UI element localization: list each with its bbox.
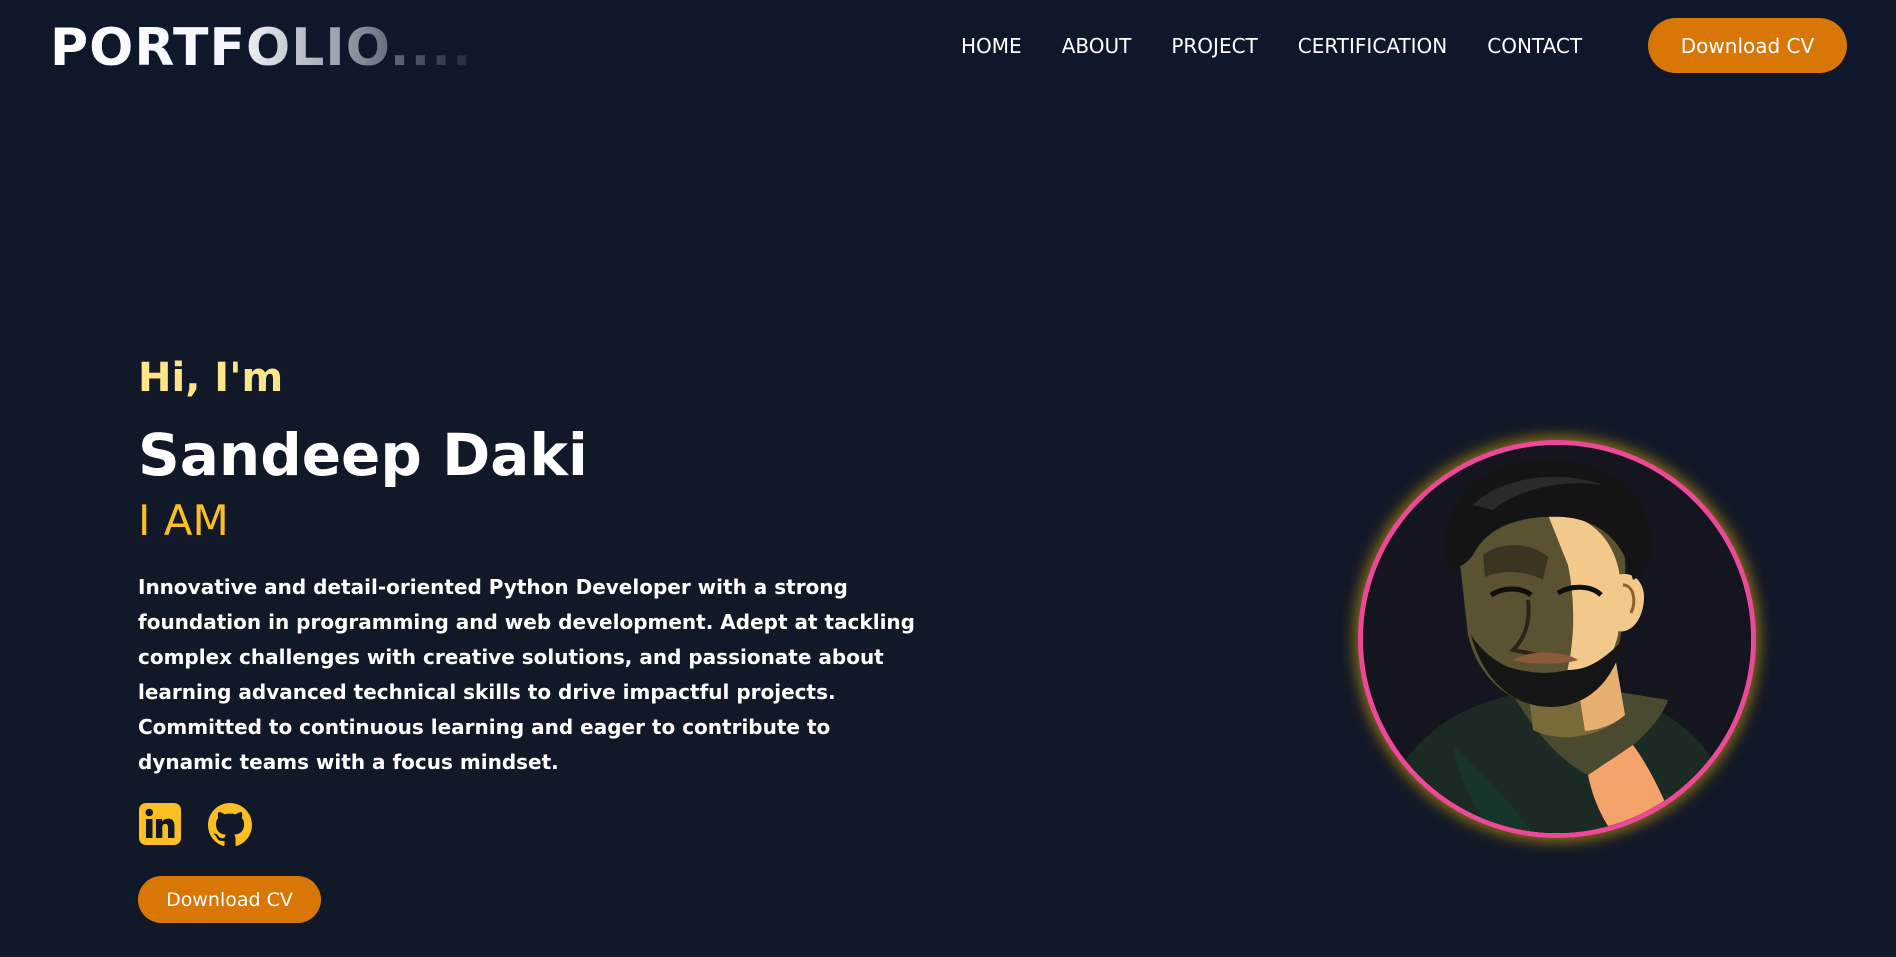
header-download-cv-button[interactable]: Download CV xyxy=(1648,18,1847,73)
linkedin-icon[interactable] xyxy=(138,802,182,846)
portrait-illustration xyxy=(1363,445,1751,833)
nav-about[interactable]: ABOUT xyxy=(1062,34,1132,58)
hero-greeting: Hi, I'm xyxy=(138,355,284,401)
site-logo[interactable]: PORTFOLIO.... xyxy=(50,17,473,79)
github-icon[interactable] xyxy=(208,802,252,846)
nav-home[interactable]: HOME xyxy=(961,34,1022,58)
site-header: PORTFOLIO.... HOME ABOUT PROJECT CERTIFI… xyxy=(0,0,1896,93)
hero-bio: Innovative and detail-oriented Python De… xyxy=(138,575,915,774)
profile-portrait xyxy=(1358,440,1756,838)
nav-project[interactable]: PROJECT xyxy=(1171,34,1257,58)
hero-name: Sandeep Daki xyxy=(138,421,588,489)
hero-role: I AM xyxy=(138,496,229,545)
hero-download-cv-button[interactable]: Download CV xyxy=(138,876,321,923)
hero-section: Hi, I'm Sandeep Daki I AM Innovative and… xyxy=(138,352,938,923)
nav-certification[interactable]: CERTIFICATION xyxy=(1298,34,1447,58)
main-nav: HOME ABOUT PROJECT CERTIFICATION CONTACT xyxy=(961,30,1582,62)
nav-contact[interactable]: CONTACT xyxy=(1487,34,1582,58)
social-links xyxy=(138,800,938,848)
